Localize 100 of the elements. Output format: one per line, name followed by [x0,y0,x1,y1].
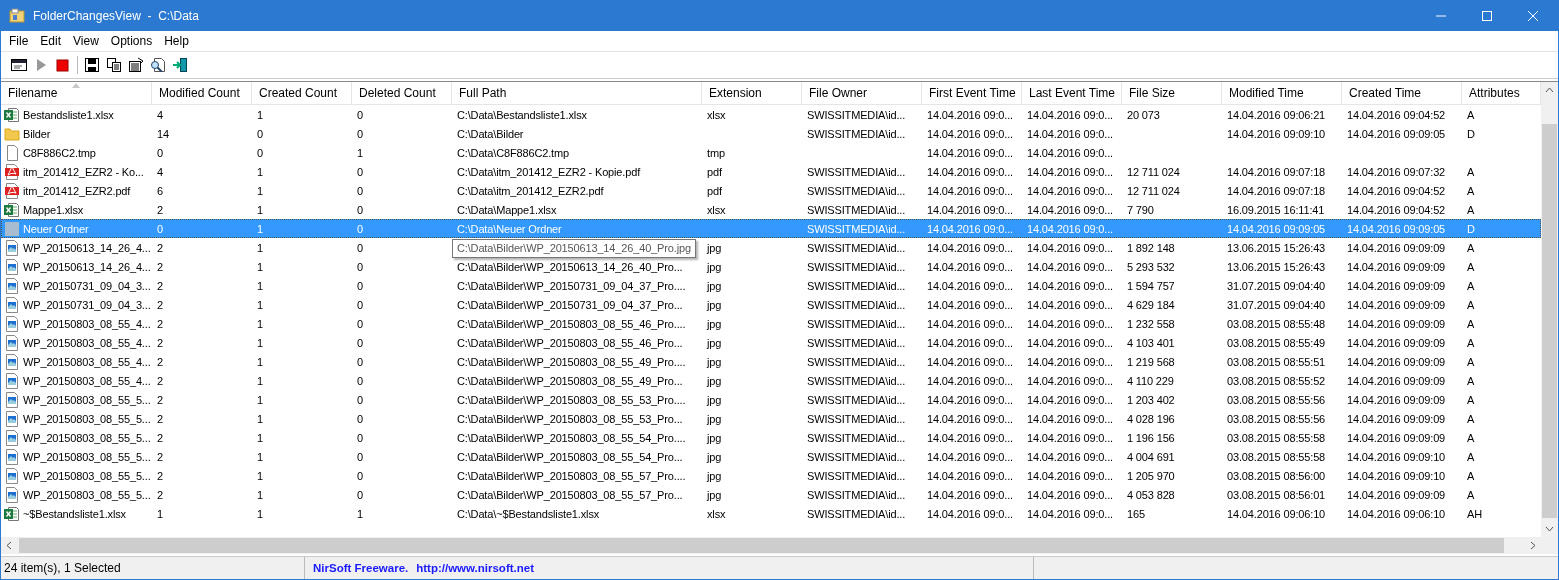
size-cell: 20 073 [1127,108,1160,121]
time-cell: 14.04.2016 09:0... [927,260,1013,273]
count-cell: 0 [357,222,363,235]
menu-item[interactable]: Help [158,34,195,48]
path-cell: C:\Data\Bilder\WP_20150803_08_55_57_Pro... [457,488,683,501]
column-header[interactable]: Modified Time [1222,82,1342,104]
time-cell: 14.04.2016 09:0... [927,374,1013,387]
save-icon[interactable] [84,57,100,73]
time-cell: 14.04.2016 09:0... [1027,488,1113,501]
time-cell: 14.04.2016 09:0... [1027,184,1113,197]
time-cell: 14.04.2016 09:09:10 [1347,450,1446,463]
maximize-icon[interactable] [1482,10,1492,21]
time-cell: 03.08.2015 08:55:52 [1227,374,1326,387]
count-cell: 1 [257,108,263,121]
find-icon[interactable] [150,57,166,73]
owner-cell: SWISSITMEDIA\id... [807,222,906,235]
horizontal-scrollbar-thumb[interactable] [19,538,1504,553]
stop-icon[interactable] [55,57,71,73]
time-cell: 14.04.2016 09:0... [927,222,1013,235]
time-cell: 14.04.2016 09:0... [1027,241,1113,254]
attributes-cell: A [1467,469,1475,482]
attributes-cell: AH [1467,507,1482,520]
properties-icon[interactable] [128,57,144,73]
time-cell: 14.04.2016 09:0... [927,431,1013,444]
time-cell: 14.04.2016 09:09:05 [1227,222,1326,235]
count-cell: 14 [157,127,169,140]
count-cell: 2 [157,469,163,482]
extension-cell: jpg [707,260,722,273]
count-cell: 2 [157,260,163,273]
menu-item[interactable]: Edit [34,34,68,48]
attributes-cell: D [1467,222,1475,235]
size-cell: 1 196 156 [1127,431,1175,444]
count-cell: 0 [357,127,363,140]
filename-cell: ~$Bestandsliste1.xlsx [23,507,126,520]
time-cell: 14.04.2016 09:0... [1027,374,1113,387]
exit-icon[interactable] [172,57,188,73]
size-cell: 12 711 024 [1127,184,1180,197]
path-cell: C:\Data\Bilder\WP_20150803_08_55_54_Pro.... [457,431,686,444]
size-cell: 4 110 229 [1127,374,1174,387]
count-cell: 0 [357,412,363,425]
time-cell: 14.04.2016 09:06:10 [1227,507,1326,520]
count-cell: 1 [257,336,263,349]
time-cell: 14.04.2016 09:0... [1027,469,1113,482]
column-header[interactable]: File Owner [802,82,922,104]
column-header[interactable]: Created Time [1342,82,1462,104]
column-header[interactable]: Last Event Time [1022,82,1122,104]
time-cell: 13.06.2015 15:26:43 [1227,241,1326,254]
count-cell: 1 [257,374,263,387]
size-cell: 7 790 [1127,203,1154,216]
time-cell: 14.04.2016 09:0... [1027,203,1113,216]
path-cell: C:\Data\Bilder\WP_20150613_14_26_40_Pro... [457,260,683,273]
count-cell: 0 [357,241,363,254]
menu-item[interactable]: Options [104,34,159,48]
path-tooltip: C:\Data\Bilder\WP_20150613_14_26_40_Pro.jpg [452,239,696,258]
count-cell: 0 [257,127,263,140]
size-cell: 1 232 558 [1127,317,1175,330]
column-header[interactable]: Filename [1,82,152,104]
column-header[interactable]: Modified Count [152,82,252,104]
vertical-scrollbar-thumb[interactable] [1542,124,1557,518]
time-cell: 14.04.2016 09:0... [927,127,1013,140]
path-cell: C:\Data\itm_201412_EZR2.pdf [457,184,604,197]
count-cell: 1 [257,241,263,254]
copy-icon[interactable] [106,57,122,73]
column-header[interactable]: Deleted Count [352,82,452,104]
owner-cell: SWISSITMEDIA\id... [807,241,906,254]
count-cell: 2 [157,431,163,444]
time-cell: 14.04.2016 09:0... [1027,431,1113,444]
count-cell: 2 [157,393,163,406]
filename-cell: Bilder [23,127,51,140]
extension-cell: jpg [707,336,722,349]
sort-arrow-icon [72,83,80,88]
size-cell: 4 629 184 [1127,298,1175,311]
time-cell: 14.04.2016 09:09:05 [1347,222,1446,235]
extension-cell: jpg [707,374,722,387]
column-header[interactable]: File Size [1122,82,1222,104]
extension-cell: pdf [707,165,722,178]
time-cell: 31.07.2015 09:04:40 [1227,279,1326,292]
filename-cell: Mappe1.xlsx [23,203,84,216]
column-header[interactable]: Extension [702,82,802,104]
time-cell: 14.04.2016 09:0... [927,298,1013,311]
time-cell: 14.04.2016 09:0... [1027,298,1113,311]
owner-cell: SWISSITMEDIA\id... [807,165,906,178]
path-cell: C:\Data\Bilder\WP_20150803_08_55_54_Pro... [457,450,683,463]
website-link[interactable]: http://www.nirsoft.net [416,562,534,574]
extension-cell: jpg [707,317,722,330]
filename-cell: C8F886C2.tmp [23,146,96,159]
menu-item[interactable]: File [3,34,35,48]
column-header[interactable]: Full Path [452,82,702,104]
time-cell: 14.04.2016 09:0... [1027,507,1113,520]
path-cell: C:\Data\Bilder\WP_20150803_08_55_49_Pro... [457,374,683,387]
time-cell: 14.04.2016 09:0... [1027,165,1113,178]
path-cell: C:\Data\Bilder\WP_20150803_08_55_57_Pro.... [457,469,686,482]
menu-item[interactable]: View [67,34,105,48]
column-header[interactable]: First Event Time [922,82,1022,104]
column-header[interactable]: Created Count [252,82,352,104]
count-cell: 2 [157,298,163,311]
window-icon[interactable] [11,57,27,73]
filename-cell: WP_20150803_08_55_5... [23,450,151,463]
owner-cell: SWISSITMEDIA\id... [807,203,906,216]
close-icon[interactable] [1528,10,1538,21]
